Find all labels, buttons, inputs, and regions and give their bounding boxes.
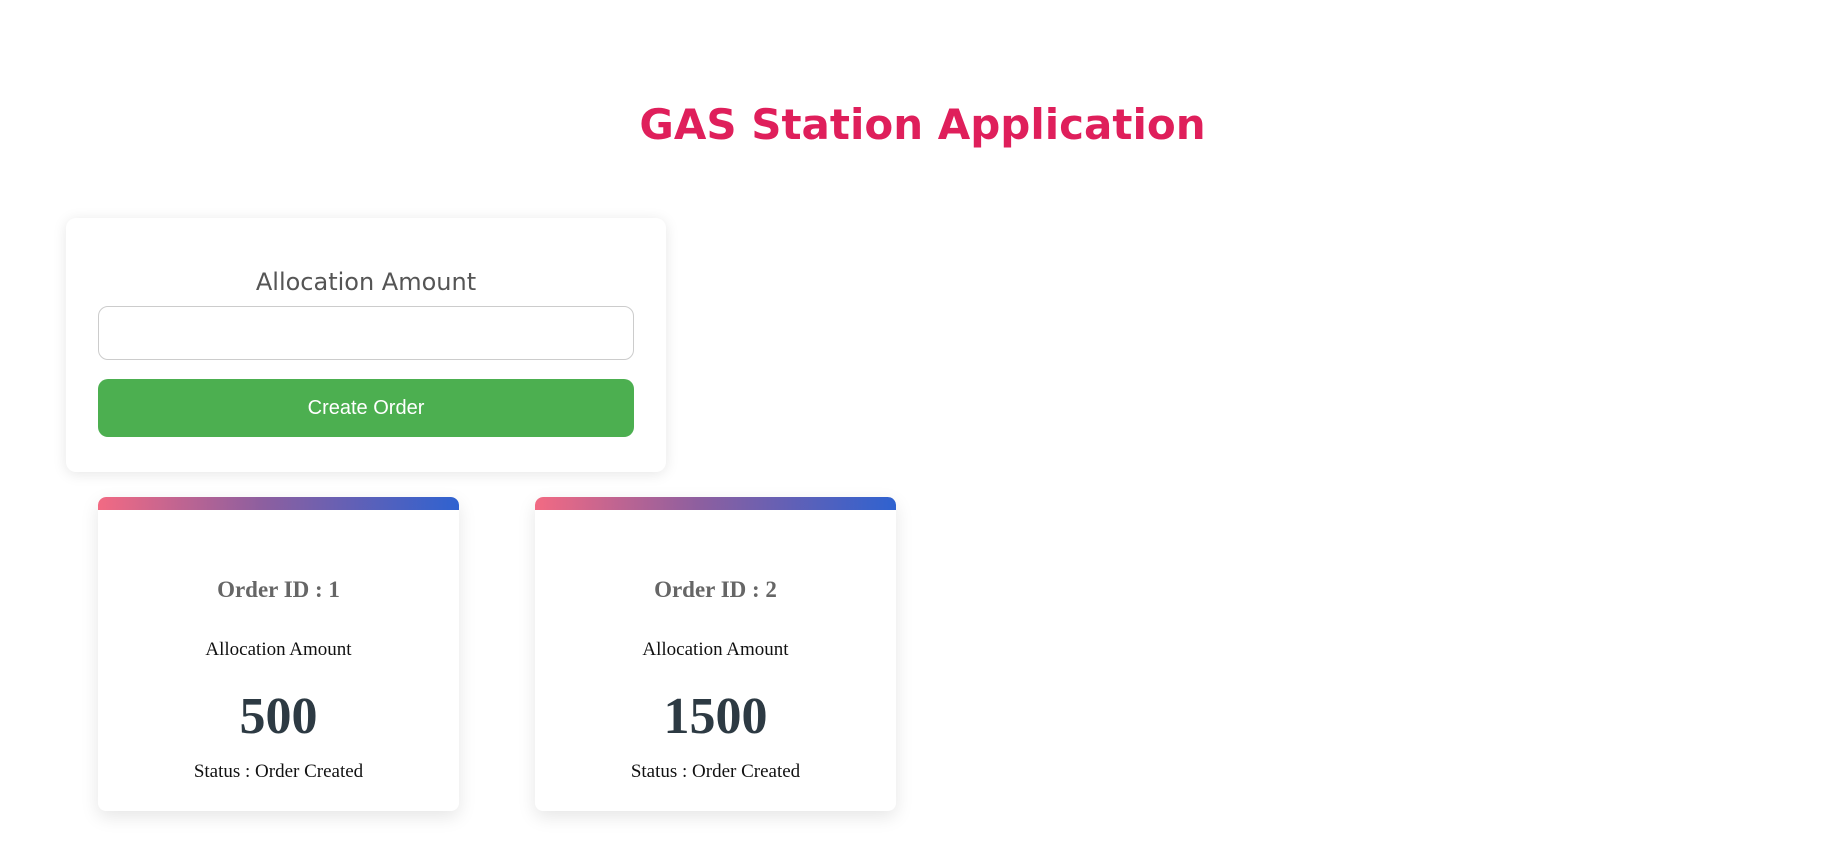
create-order-form: Allocation Amount Create Order: [66, 218, 666, 472]
page-title: GAS Station Application: [639, 100, 1206, 149]
allocation-amount-label: Allocation Amount: [255, 268, 477, 296]
order-amount-label: Allocation Amount: [642, 639, 789, 660]
order-status: Status : Order Created: [630, 761, 801, 782]
order-card: Order ID : 1 Allocation Amount 500 Statu…: [98, 497, 459, 811]
order-card-accent-bar: [535, 497, 896, 510]
order-amount-value: 1500: [663, 688, 768, 745]
create-order-button[interactable]: Create Order: [98, 379, 634, 437]
order-card: Order ID : 2 Allocation Amount 1500 Stat…: [535, 497, 896, 811]
order-status: Status : Order Created: [193, 761, 364, 782]
order-id: Order ID : 1: [217, 577, 340, 602]
order-amount-value: 500: [239, 688, 318, 745]
order-amount-label: Allocation Amount: [205, 639, 352, 660]
order-id: Order ID : 2: [654, 577, 777, 602]
allocation-amount-input[interactable]: [98, 306, 634, 360]
order-card-accent-bar: [98, 497, 459, 510]
